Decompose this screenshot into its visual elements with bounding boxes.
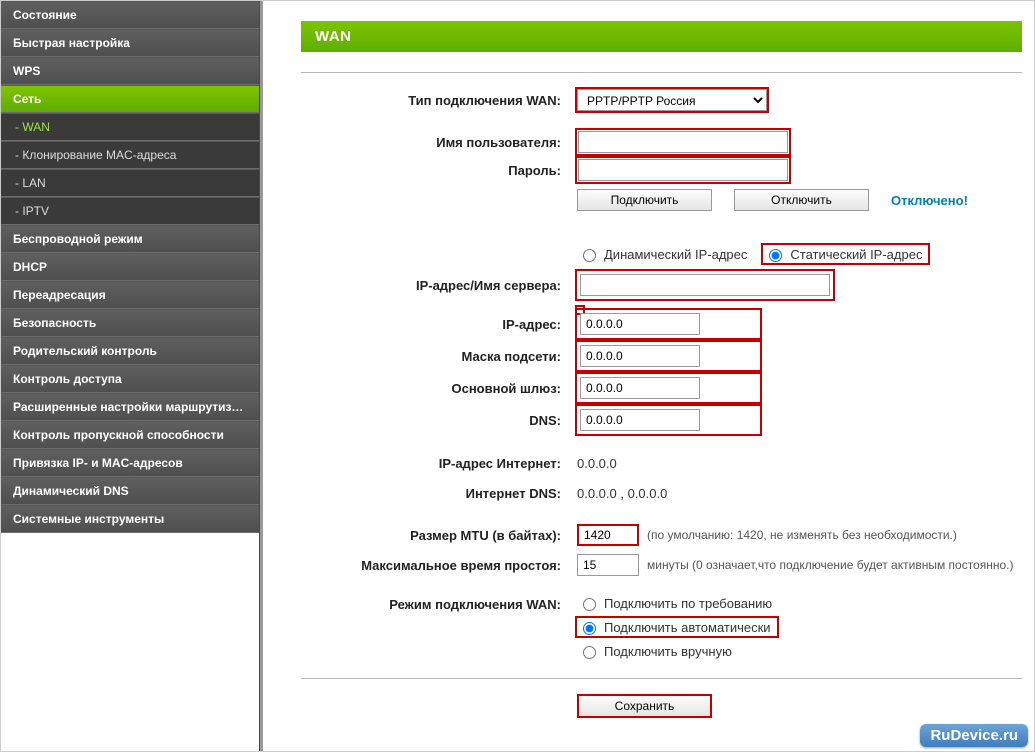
idle-input[interactable] [577, 554, 639, 576]
server-input[interactable] [580, 274, 830, 296]
conn-mode-manual-radio[interactable] [583, 646, 596, 659]
mtu-hint: (по умолчанию: 1420, не изменять без нео… [647, 528, 957, 542]
static-ip-radio[interactable] [769, 249, 782, 262]
sidebar-item-wireless[interactable]: Беспроводной режим [1, 225, 259, 253]
conn-mode-auto-label: Подключить автоматически [604, 620, 771, 635]
sidebar-item-status[interactable]: Состояние [1, 1, 259, 29]
mtu-label: Размер MTU (в байтах): [301, 528, 577, 543]
sidebar-item-access-control[interactable]: Контроль доступа [1, 365, 259, 393]
mtu-input[interactable] [577, 524, 639, 546]
mask-label: Маска подсети: [301, 349, 577, 364]
save-button[interactable]: Сохранить [577, 694, 712, 718]
sidebar-item-forwarding[interactable]: Переадресация [1, 281, 259, 309]
server-label: IP-адрес/Имя сервера: [301, 278, 577, 293]
conn-mode-demand-label: Подключить по требованию [604, 596, 772, 611]
sidebar-subitem-mac-clone[interactable]: - Клонирование MAC-адреса [1, 141, 259, 169]
sidebar-item-quick-setup[interactable]: Быстрая настройка [1, 29, 259, 57]
dynamic-ip-radio-wrap[interactable]: Динамический IP-адрес [577, 245, 753, 263]
ip-label: IP-адрес: [301, 317, 577, 332]
conn-mode-auto-wrap[interactable]: Подключить автоматически [577, 618, 777, 636]
internet-dns-label: Интернет DNS: [301, 486, 577, 501]
sidebar-item-security[interactable]: Безопасность [1, 309, 259, 337]
idle-hint: минуты (0 означает,что подключение будет… [647, 558, 1014, 572]
sidebar-item-advanced-routing[interactable]: Расширенные настройки маршрутизации [1, 393, 259, 421]
sidebar-subitem-lan[interactable]: - LAN [1, 169, 259, 197]
sidebar-item-system-tools[interactable]: Системные инструменты [1, 505, 259, 533]
sidebar: Состояние Быстрая настройка WPS Сеть - W… [1, 1, 260, 751]
sidebar-item-wps[interactable]: WPS [1, 57, 259, 85]
password-label: Пароль: [301, 163, 577, 178]
idle-label: Максимальное время простоя: [301, 558, 577, 573]
mask-input[interactable] [580, 345, 700, 367]
conn-mode-manual-label: Подключить вручную [604, 644, 732, 659]
password-input[interactable] [578, 159, 788, 181]
dynamic-ip-radio[interactable] [583, 249, 596, 262]
internet-dns-value: 0.0.0.0 , 0.0.0.0 [577, 486, 667, 501]
sidebar-item-parental[interactable]: Родительский контроль [1, 337, 259, 365]
sidebar-subitem-wan[interactable]: - WAN [1, 113, 259, 141]
connection-status: Отключено! [891, 193, 968, 208]
gateway-label: Основной шлюз: [301, 381, 577, 396]
page-title: WAN [301, 21, 1022, 52]
sidebar-item-network[interactable]: Сеть [1, 85, 259, 113]
gateway-input[interactable] [580, 377, 700, 399]
sidebar-item-ip-mac-binding[interactable]: Привязка IP- и MAC-адресов [1, 449, 259, 477]
static-ip-label: Статический IP-адрес [790, 247, 922, 262]
connection-type-select[interactable]: PPTP/PPTP Россия [577, 89, 767, 111]
content-area: WAN Тип подключения WAN: PPTP/PPTP Росси… [277, 1, 1034, 751]
conn-mode-demand-wrap[interactable]: Подключить по требованию [577, 594, 778, 612]
connection-type-label: Тип подключения WAN: [301, 93, 577, 108]
dns-input[interactable] [580, 409, 700, 431]
sidebar-item-ddns[interactable]: Динамический DNS [1, 477, 259, 505]
username-input[interactable] [578, 131, 788, 153]
dns-label: DNS: [301, 413, 577, 428]
conn-mode-manual-wrap[interactable]: Подключить вручную [577, 642, 738, 660]
conn-mode-label: Режим подключения WAN: [301, 594, 577, 612]
watermark-badge: RuDevice.ru [920, 724, 1028, 747]
connect-button[interactable]: Подключить [577, 189, 712, 211]
sidebar-item-bandwidth[interactable]: Контроль пропускной способности [1, 421, 259, 449]
conn-mode-auto-radio[interactable] [583, 622, 596, 635]
static-ip-radio-wrap[interactable]: Статический IP-адрес [763, 245, 928, 263]
internet-ip-label: IP-адрес Интернет: [301, 456, 577, 471]
conn-mode-demand-radio[interactable] [583, 598, 596, 611]
username-label: Имя пользователя: [301, 135, 577, 150]
ip-input[interactable] [580, 313, 700, 335]
sidebar-subitem-iptv[interactable]: - IPTV [1, 197, 259, 225]
disconnect-button[interactable]: Отключить [734, 189, 869, 211]
dynamic-ip-label: Динамический IP-адрес [604, 247, 747, 262]
sidebar-item-dhcp[interactable]: DHCP [1, 253, 259, 281]
internet-ip-value: 0.0.0.0 [577, 456, 617, 471]
